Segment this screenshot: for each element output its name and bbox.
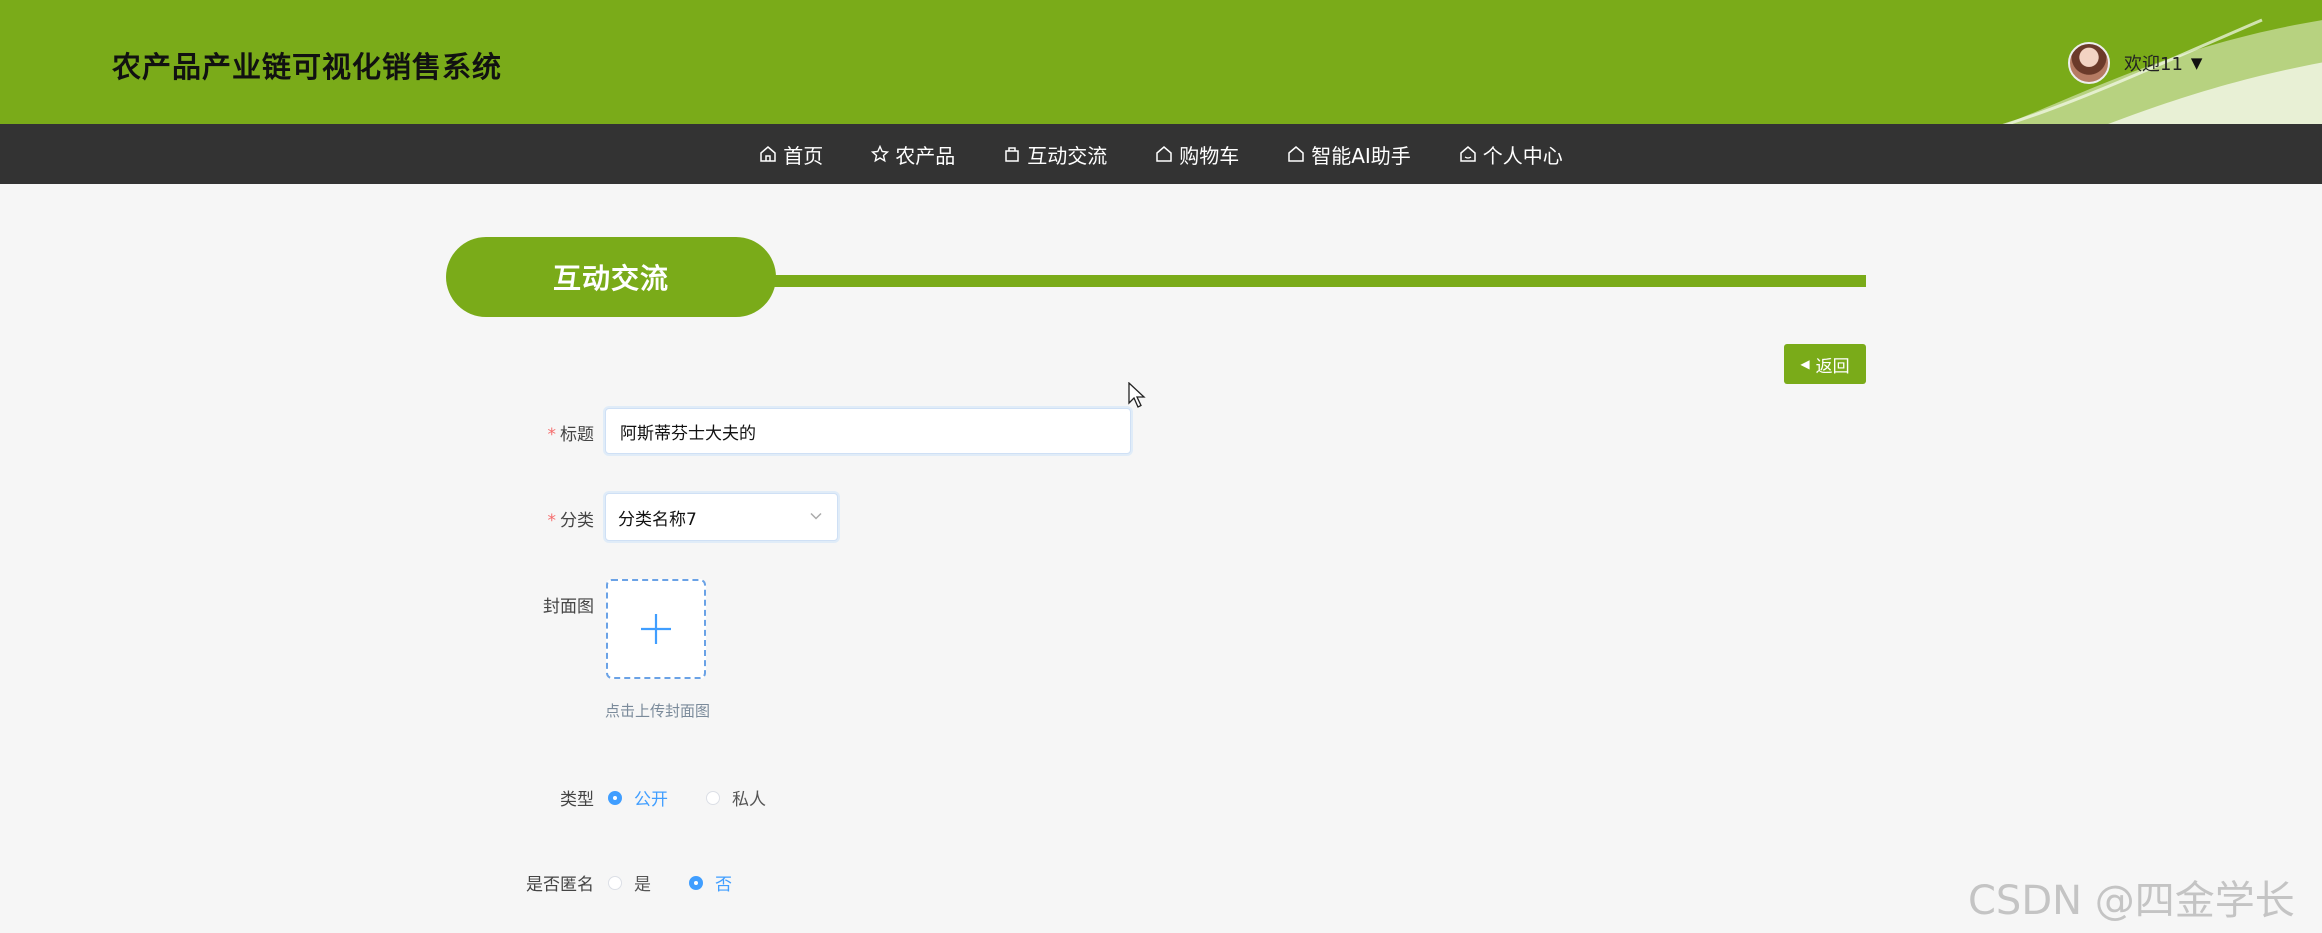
- anon-radio-yes[interactable]: 是: [608, 870, 651, 895]
- nav-item-ai-assistant[interactable]: 智能AI助手: [1287, 140, 1411, 169]
- category-select[interactable]: 分类名称7: [605, 493, 838, 541]
- main-nav: 首页 农产品 互动交流 购物车 智能AI助手 个人中心: [0, 124, 2322, 184]
- home-icon: [1156, 146, 1172, 162]
- anon-radio-no[interactable]: 否: [689, 870, 732, 895]
- caret-left-icon: ◀: [1800, 357, 1810, 371]
- radio-icon: [706, 790, 720, 805]
- section-divider: [760, 275, 1866, 287]
- anon-label: 是否匿名: [526, 875, 594, 895]
- title-label: * 标题: [547, 425, 595, 445]
- type-radio-private[interactable]: 私人: [706, 785, 766, 810]
- nav-label: 智能AI助手: [1311, 143, 1411, 168]
- welcome-text[interactable]: 欢迎11: [2124, 50, 2183, 76]
- cover-upload-hint: 点击上传封面图: [605, 702, 711, 720]
- category-select-value: 分类名称7: [618, 509, 697, 530]
- nav-item-forum[interactable]: 互动交流: [1003, 140, 1107, 169]
- nav-item-cart[interactable]: 购物车: [1155, 140, 1239, 169]
- caret-down-icon[interactable]: ▼: [2191, 54, 2203, 72]
- type-radio-group: 公开 私人: [608, 785, 766, 810]
- type-radio-public[interactable]: 公开: [608, 785, 668, 810]
- nav-label: 个人中心: [1482, 143, 1563, 168]
- plus-icon: [641, 614, 671, 644]
- section-title: 互动交流: [446, 237, 776, 317]
- home-icon: [760, 146, 776, 162]
- watermark: CSDN @四金学长: [1968, 878, 2295, 924]
- radio-checked-icon: [689, 875, 703, 890]
- cover-label: 封面图: [543, 597, 594, 617]
- chevron-down-icon: [810, 512, 822, 520]
- home-icon: [1288, 146, 1304, 162]
- star-icon: [871, 145, 890, 163]
- nav-item-products[interactable]: 农产品: [871, 140, 955, 169]
- header: 农产品产业链可视化销售系统 欢迎11 ▼: [0, 0, 2322, 124]
- app-title: 农产品产业链可视化销售系统: [112, 50, 503, 84]
- mouse-cursor-icon: [1128, 382, 1146, 408]
- bag-icon: [1005, 147, 1019, 162]
- title-input[interactable]: [605, 408, 1131, 454]
- nav-label: 互动交流: [1027, 143, 1108, 168]
- nav-item-home[interactable]: 首页: [759, 140, 823, 169]
- back-button-label: 返回: [1815, 356, 1850, 377]
- avatar[interactable]: [2068, 42, 2110, 84]
- home-icon: [1460, 146, 1476, 162]
- radio-checked-icon: [608, 790, 622, 805]
- nav-item-profile[interactable]: 个人中心: [1459, 140, 1563, 169]
- nav-label: 首页: [783, 143, 824, 168]
- user-menu[interactable]: 欢迎11 ▼: [2068, 40, 2202, 86]
- cover-upload-button[interactable]: [606, 579, 706, 679]
- anon-radio-group: 是 否: [608, 870, 732, 895]
- radio-icon: [608, 875, 622, 890]
- category-label: * 分类: [547, 511, 595, 531]
- nav-label: 购物车: [1179, 143, 1240, 168]
- nav-label: 农产品: [895, 143, 956, 168]
- back-button[interactable]: ◀ 返回: [1784, 344, 1866, 384]
- type-label: 类型: [560, 790, 594, 810]
